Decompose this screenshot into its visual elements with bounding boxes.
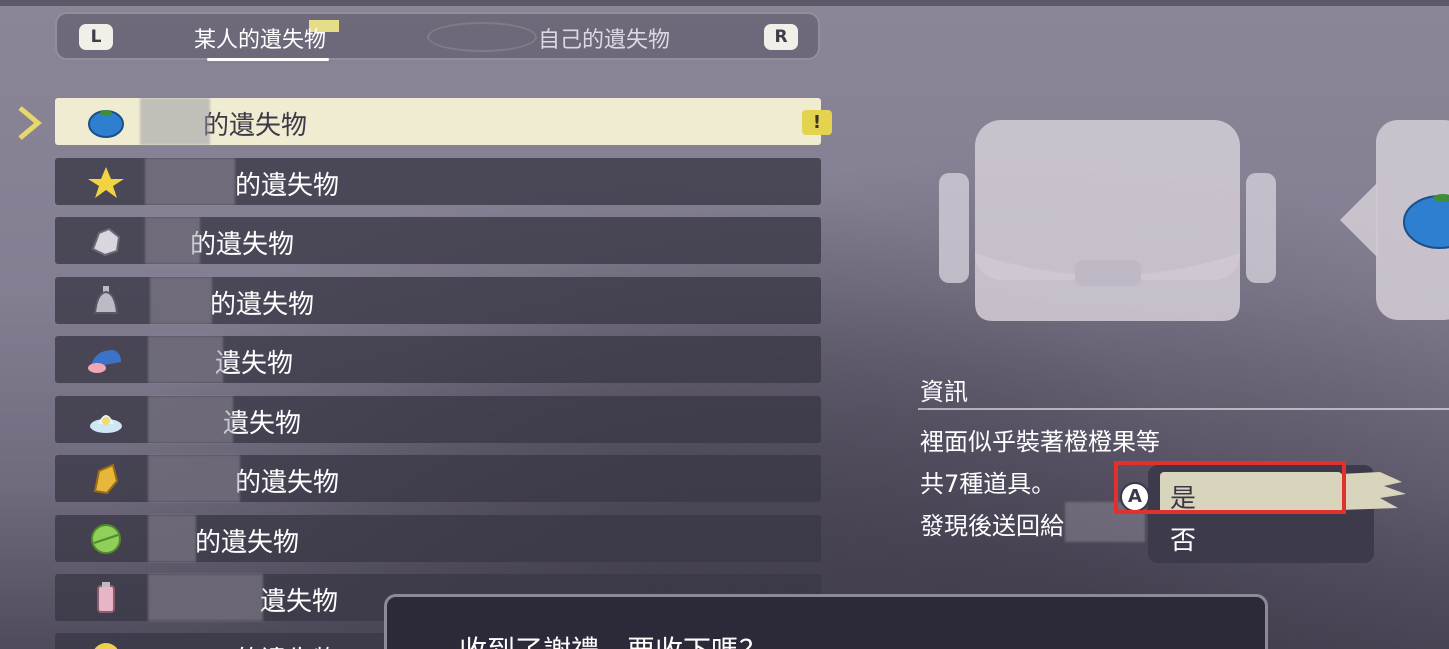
selection-cursor-icon (18, 106, 42, 140)
tab-someones-lost-items[interactable]: 某人的遺失物 (194, 22, 326, 54)
yellow-orb-icon (94, 643, 118, 649)
list-item-label: 遺失物 (223, 409, 302, 439)
list-item-label: 的遺失物 (203, 111, 308, 141)
l-shoulder-button[interactable]: L (79, 24, 113, 50)
gray-bell-icon (93, 286, 119, 314)
list-item-label: 的遺失物 (235, 640, 339, 649)
top-border (0, 0, 1449, 6)
redaction-blur (148, 455, 240, 502)
dialog-text: 收到了謝禮，要收下嗎？ (459, 629, 767, 649)
redaction-blur (148, 336, 223, 383)
info-line: 發現後送回給 (920, 512, 1064, 540)
choice-no-button[interactable]: 否 (1170, 520, 1196, 557)
item-preview-bubble (1340, 120, 1449, 320)
redaction-blur (140, 98, 210, 145)
redaction-blur (148, 396, 233, 443)
redaction-blur (150, 277, 212, 324)
list-item-label: 的遺失物 (210, 290, 315, 320)
info-title: 資訊 (920, 378, 968, 406)
list-item-label: 的遺失物 (235, 171, 340, 201)
redaction-blur (148, 574, 263, 621)
green-ball-icon (91, 524, 121, 554)
info-line: 裡面似乎裝著橙橙果等 (920, 428, 1160, 456)
pink-bottle-icon (97, 582, 115, 613)
yellow-star-flower-icon (88, 167, 124, 198)
list-item-label: 遺失物 (215, 349, 294, 379)
tab-own-lost-items[interactable]: 自己的遺失物 (538, 22, 670, 54)
brush-stroke-decoration (1340, 472, 1406, 510)
tab-bar: L 某人的遺失物 自己的遺失物 R (55, 12, 820, 61)
info-line: 共7種道具。 (920, 470, 1056, 498)
list-item-label: 的遺失物 (235, 468, 340, 498)
list-item-label: 的遺失物 (190, 230, 295, 260)
redaction-blur (145, 217, 200, 264)
gold-ore-icon (93, 463, 119, 495)
blue-cap-icon (88, 350, 121, 373)
tab-bar-ornament (427, 22, 537, 52)
list-item-label: 遺失物 (260, 587, 339, 617)
active-tab-underline (207, 58, 329, 61)
redaction-blur (148, 515, 196, 562)
info-divider (918, 408, 1449, 410)
highlight-box (1114, 461, 1346, 514)
r-shoulder-button[interactable]: R (764, 24, 798, 50)
list-item-label: 的遺失物 (195, 528, 300, 558)
lotus-flower-icon (90, 415, 122, 433)
redaction-blur (145, 158, 235, 205)
alert-badge: ! (802, 110, 832, 135)
white-rock-icon (91, 227, 121, 257)
message-dialog: 收到了謝禮，要收下嗎？ (384, 594, 1268, 649)
bag-illustration-icon (939, 120, 1276, 321)
blue-berry-icon (88, 110, 124, 138)
